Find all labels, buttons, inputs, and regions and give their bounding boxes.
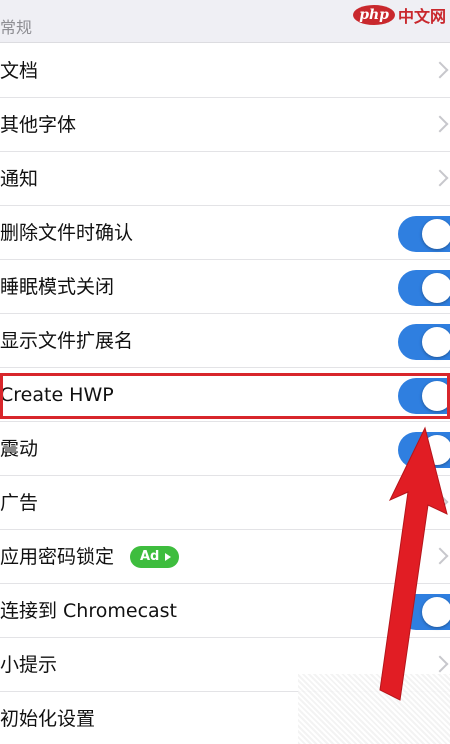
settings-row-ads[interactable]: 广告 [0,476,450,530]
toggle-knob [422,597,450,627]
row-label: 应用密码锁定 [0,546,115,568]
row-label: 显示文件扩展名 [0,330,134,352]
settings-row-other-fonts[interactable]: 其他字体 [0,98,450,152]
row-label: 睡眠模式关闭 [0,276,115,298]
settings-row-confirm-delete: 删除文件时确认 [0,206,450,260]
row-label: 其他字体 [0,114,77,136]
chromecast-toggle[interactable] [398,594,450,630]
watermark-logo: php [353,5,395,25]
confirm-delete-toggle[interactable] [398,216,450,252]
vibration-toggle[interactable] [398,432,450,468]
toggle-knob [422,219,450,249]
settings-screen: 常规 php 中文网 文档 其他字体 通知 删除文件时确认 睡眠模式关闭 显示文… [0,0,450,744]
settings-row-document[interactable]: 文档 [0,44,450,98]
sleep-mode-off-toggle[interactable] [398,270,450,306]
row-label: Create HWP [0,384,114,406]
create-hwp-toggle[interactable] [398,378,450,414]
show-extension-toggle[interactable] [398,324,450,360]
chevron-right-icon [431,115,449,133]
row-label: 删除文件时确认 [0,222,134,244]
settings-row-create-hwp: Create HWP [0,368,450,422]
row-label: 通知 [0,168,39,190]
toggle-knob [422,273,450,303]
toggle-knob [422,435,450,465]
row-label: 震动 [0,438,39,460]
settings-row-vibration: 震动 [0,422,450,476]
section-header: 常规 php 中文网 [0,0,450,43]
chevron-right-icon [431,61,449,79]
row-label: 小提示 [0,654,58,676]
image-noise-overlay [298,674,450,744]
settings-row-notifications[interactable]: 通知 [0,152,450,206]
watermark: php 中文网 [353,4,446,26]
watermark-site: 中文网 [397,7,446,26]
row-label: 连接到 Chromecast [0,600,178,622]
chevron-right-icon [431,493,449,511]
chevron-right-icon [431,169,449,187]
toggle-knob [422,327,450,357]
section-title: 常规 [0,18,33,37]
ad-badge: Ad [130,546,180,568]
settings-row-sleep-mode-off: 睡眠模式关闭 [0,260,450,314]
row-label: 初始化设置 [0,708,96,730]
settings-row-show-extension: 显示文件扩展名 [0,314,450,368]
settings-row-app-passcode-lock[interactable]: 应用密码锁定 Ad [0,530,450,584]
chevron-right-icon [431,655,449,673]
settings-row-chromecast: 连接到 Chromecast [0,584,450,638]
row-label: 文档 [0,60,39,82]
row-label: 广告 [0,492,39,514]
toggle-knob [422,381,450,411]
chevron-right-icon [431,547,449,565]
